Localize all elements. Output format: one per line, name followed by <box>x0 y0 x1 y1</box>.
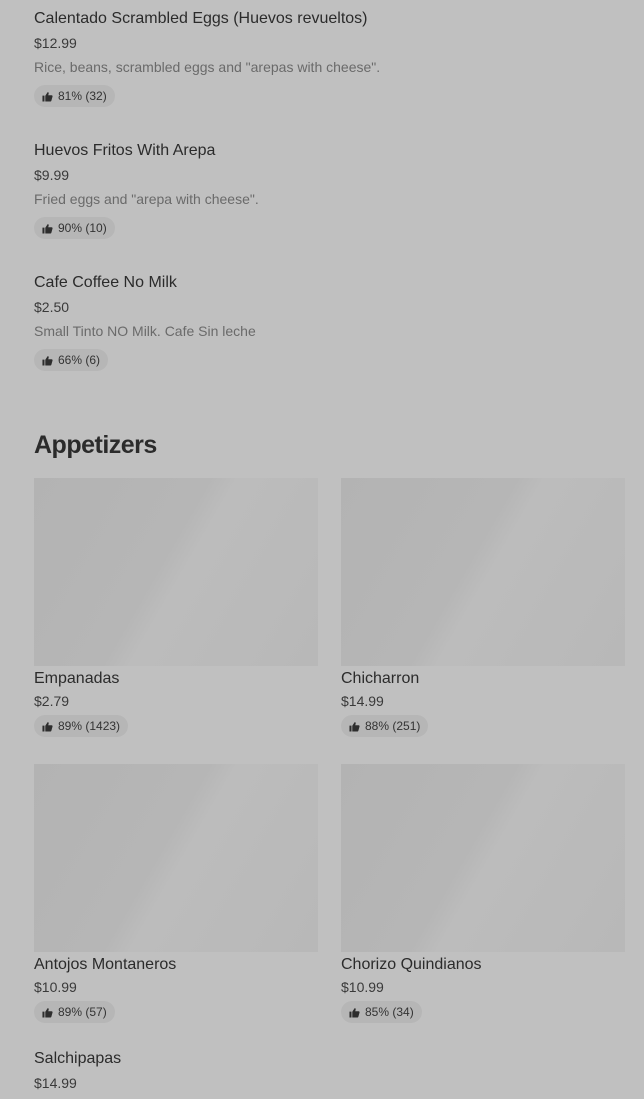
section-title-appetizers: Appetizers <box>34 431 157 459</box>
rating-badge: 89% (57) <box>34 1001 115 1023</box>
thumbs-up-icon <box>42 223 53 234</box>
rating-badge: 66% (6) <box>34 349 109 371</box>
menu-card-chicharron[interactable]: Chicharron $14.99 88% (251) <box>341 478 625 737</box>
thumbs-up-icon <box>349 721 360 732</box>
thumbs-up-icon <box>42 355 53 366</box>
item-name: Huevos Fritos With Arepa <box>34 142 216 159</box>
item-image-placeholder <box>341 478 625 666</box>
item-image-placeholder <box>34 478 318 666</box>
rating-badge: 81% (32) <box>34 85 115 107</box>
rating-badge: 85% (34) <box>341 1001 422 1023</box>
menu-item-huevos-fritos[interactable]: Huevos Fritos With Arepa $9.99 Fried egg… <box>34 141 594 239</box>
item-image-placeholder <box>341 764 625 952</box>
item-name: Antojos Montaneros <box>34 956 177 973</box>
rating-text: 89% (1423) <box>58 719 121 733</box>
item-description: Small Tinto NO Milk. Cafe Sin leche <box>34 323 256 339</box>
menu-item-cafe-coffee[interactable]: Cafe Coffee No Milk $2.50 Small Tinto NO… <box>34 273 594 371</box>
menu-card-chorizo-quindianos[interactable]: Chorizo Quindianos $10.99 85% (34) <box>341 764 625 1023</box>
rating-text: 81% (32) <box>58 89 107 103</box>
item-name: Empanadas <box>34 670 120 687</box>
rating-text: 66% (6) <box>58 353 101 367</box>
item-price: $12.99 <box>34 35 77 51</box>
menu-page: Calentado Scrambled Eggs (Huevos revuelt… <box>0 0 644 1099</box>
item-price: $2.79 <box>34 693 70 709</box>
rating-badge: 89% (1423) <box>34 715 129 737</box>
item-name: Cafe Coffee No Milk <box>34 274 177 291</box>
item-price: $14.99 <box>341 693 384 709</box>
item-name: Calentado Scrambled Eggs (Huevos revuelt… <box>34 10 368 27</box>
thumbs-up-icon <box>42 91 53 102</box>
item-price: $14.99 <box>34 1075 77 1091</box>
item-price: $2.50 <box>34 299 70 315</box>
item-description: Rice, beans, scrambled eggs and "arepas … <box>34 59 381 75</box>
item-name: Chicharron <box>341 670 420 687</box>
thumbs-up-icon <box>349 1007 360 1018</box>
item-image-placeholder <box>34 764 318 952</box>
rating-text: 85% (34) <box>365 1005 414 1019</box>
item-price: $9.99 <box>34 167 70 183</box>
rating-badge: 88% (251) <box>341 715 429 737</box>
menu-card-empanadas[interactable]: Empanadas $2.79 89% (1423) <box>34 478 318 737</box>
item-description: Fried eggs and "arepa with cheese". <box>34 191 259 207</box>
thumbs-up-icon <box>42 1007 53 1018</box>
rating-text: 88% (251) <box>365 719 421 733</box>
item-price: $10.99 <box>341 979 384 995</box>
menu-card-salchipapas[interactable]: Salchipapas $14.99 <box>34 1049 318 1092</box>
menu-item-calentado[interactable]: Calentado Scrambled Eggs (Huevos revuelt… <box>34 9 594 107</box>
item-price: $10.99 <box>34 979 77 995</box>
rating-badge: 90% (10) <box>34 217 115 239</box>
menu-card-antojos-montaneros[interactable]: Antojos Montaneros $10.99 89% (57) <box>34 764 318 1023</box>
thumbs-up-icon <box>42 721 53 732</box>
item-name: Chorizo Quindianos <box>341 956 482 973</box>
rating-text: 90% (10) <box>58 221 107 235</box>
item-name: Salchipapas <box>34 1050 122 1067</box>
rating-text: 89% (57) <box>58 1005 107 1019</box>
